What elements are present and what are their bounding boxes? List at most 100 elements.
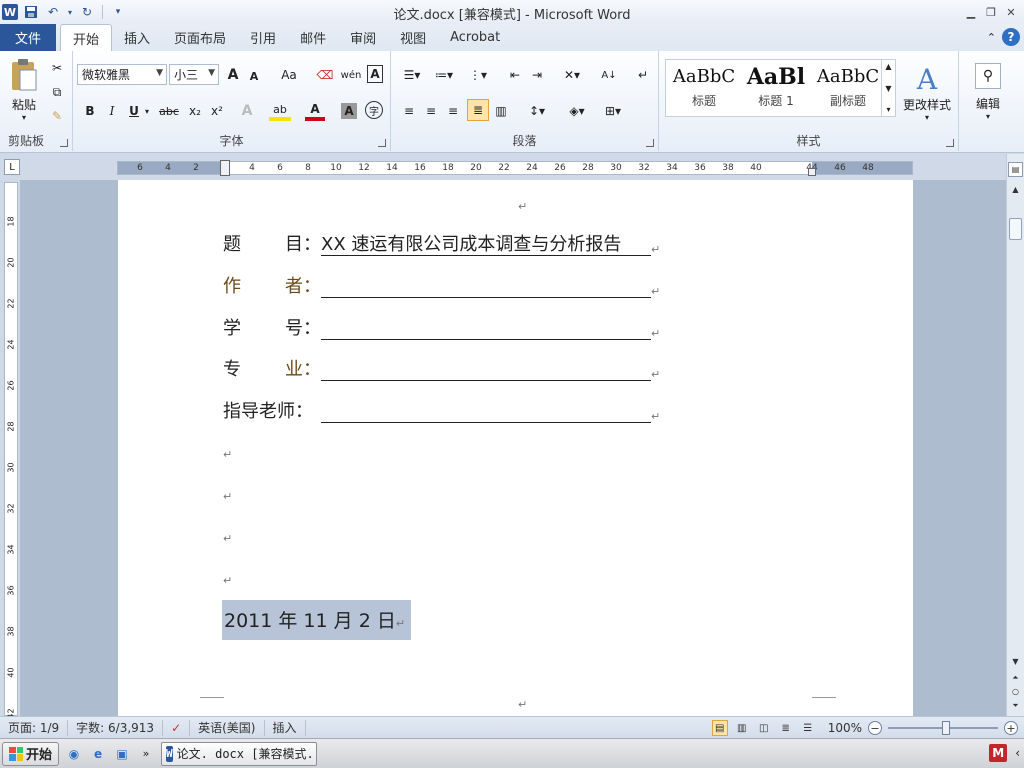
format-painter-icon[interactable]: ✎ bbox=[48, 107, 66, 125]
word-app-icon[interactable]: W bbox=[2, 4, 18, 20]
superscript-button[interactable]: x² bbox=[207, 101, 227, 121]
bullets-icon[interactable]: ☰▾ bbox=[399, 65, 425, 85]
tab-review[interactable]: 审阅 bbox=[338, 24, 388, 51]
word-count[interactable]: 字数: 6/3,913 bbox=[68, 719, 164, 736]
document-area[interactable]: ↵ 题 目： XX 速运有限公司成本调查与分析报告 ↵ 作 者： ↵ 学 号： … bbox=[20, 180, 1006, 716]
line-spacing-icon[interactable]: ↕▾ bbox=[523, 101, 551, 121]
field-student-id[interactable]: 学 号： ↵ bbox=[223, 316, 660, 340]
help-icon[interactable]: ? bbox=[1002, 28, 1020, 46]
font-name-combo[interactable]: 微软雅黑 ▼ bbox=[77, 64, 167, 85]
more-quicklaunch-icon[interactable]: » bbox=[137, 745, 155, 763]
chinese-layout-icon[interactable]: ✕▾ bbox=[559, 65, 585, 85]
increase-indent-icon[interactable]: ⇥ bbox=[527, 65, 547, 85]
mail-icon[interactable]: M bbox=[989, 744, 1008, 762]
undo-icon[interactable]: ↶ bbox=[44, 3, 62, 21]
right-indent-marker-icon[interactable] bbox=[808, 168, 816, 176]
align-right-icon[interactable]: ≡ bbox=[443, 101, 463, 121]
decrease-indent-icon[interactable]: ⇤ bbox=[505, 65, 525, 85]
internet-explorer-icon[interactable]: e bbox=[89, 745, 107, 763]
align-center-icon[interactable]: ≡ bbox=[421, 101, 441, 121]
horizontal-ruler[interactable]: 6422468101214161820222426283032343638404… bbox=[117, 160, 913, 176]
next-page-icon[interactable]: ⏷ bbox=[1008, 698, 1023, 713]
web-layout-icon[interactable]: ◫ bbox=[756, 720, 772, 736]
font-launcher-icon[interactable] bbox=[378, 139, 386, 147]
shading-icon[interactable]: ◈▾ bbox=[563, 101, 591, 121]
save-icon[interactable] bbox=[22, 3, 40, 21]
align-left-icon[interactable]: ≡ bbox=[399, 101, 419, 121]
tab-page-layout[interactable]: 页面布局 bbox=[162, 24, 238, 51]
highlight-icon[interactable]: ab bbox=[269, 101, 291, 121]
tab-file[interactable]: 文件 bbox=[0, 24, 56, 51]
view-ruler-icon[interactable]: ▤ bbox=[1008, 162, 1023, 177]
major-value[interactable] bbox=[321, 359, 651, 381]
show-marks-icon[interactable]: ↵ bbox=[633, 65, 653, 85]
field-advisor[interactable]: 指导老师： ↵ bbox=[223, 399, 660, 423]
tab-references[interactable]: 引用 bbox=[238, 24, 288, 51]
author-value[interactable] bbox=[321, 276, 651, 298]
clipboard-launcher-icon[interactable] bbox=[60, 139, 68, 147]
language-indicator[interactable]: 英语(美国) bbox=[190, 719, 265, 736]
minimize-icon[interactable]: ▁ bbox=[964, 5, 978, 19]
insert-mode[interactable]: 插入 bbox=[265, 719, 306, 736]
shrink-font-button[interactable]: A bbox=[245, 67, 263, 85]
styles-launcher-icon[interactable] bbox=[946, 139, 954, 147]
selected-date-text[interactable]: 2011 年 11 月 2 日↵ bbox=[222, 600, 412, 640]
zoom-slider-thumb[interactable] bbox=[942, 721, 950, 735]
undo-dropdown-icon[interactable]: ▾ bbox=[66, 3, 74, 21]
indent-marker-icon[interactable] bbox=[220, 160, 230, 176]
title-value[interactable]: XX 速运有限公司成本调查与分析报告 bbox=[321, 234, 651, 256]
distributed-icon[interactable]: ▥ bbox=[491, 101, 511, 121]
change-styles-button[interactable]: A 更改样式 ▾ bbox=[900, 57, 954, 127]
clear-formatting-icon[interactable]: ⌫ bbox=[315, 65, 335, 85]
customize-qat-icon[interactable]: ▾ bbox=[109, 3, 127, 21]
zoom-in-icon[interactable]: + bbox=[1004, 721, 1018, 735]
tab-view[interactable]: 视图 bbox=[388, 24, 438, 51]
style-title[interactable]: AaBbC 标题 bbox=[668, 62, 740, 114]
scroll-down-icon[interactable]: ▼ bbox=[1008, 654, 1023, 669]
zoom-level[interactable]: 100% bbox=[828, 721, 862, 735]
paragraph-launcher-icon[interactable] bbox=[646, 139, 654, 147]
quicklaunch-icon[interactable]: ▣ bbox=[113, 745, 131, 763]
tab-insert[interactable]: 插入 bbox=[112, 24, 162, 51]
field-major[interactable]: 专 业： ↵ bbox=[223, 357, 660, 381]
draft-icon[interactable]: ☰ bbox=[800, 720, 816, 736]
font-size-combo[interactable]: 小三 ▼ bbox=[169, 64, 219, 85]
document-page[interactable]: ↵ 题 目： XX 速运有限公司成本调查与分析报告 ↵ 作 者： ↵ 学 号： … bbox=[118, 180, 913, 716]
change-case-button[interactable]: Aa bbox=[277, 65, 301, 85]
student-id-value[interactable] bbox=[321, 318, 651, 340]
taskbar-word-item[interactable]: W 论文. docx [兼容模式... bbox=[161, 741, 318, 766]
copy-icon[interactable]: ⧉ bbox=[48, 83, 66, 101]
previous-page-icon[interactable]: ⏶ bbox=[1008, 670, 1023, 685]
paste-button[interactable]: 粘贴 ▾ bbox=[6, 55, 42, 125]
vertical-ruler[interactable]: 18 20 22 24 26 28 30 32 34 36 38 40 42 bbox=[4, 182, 18, 719]
print-layout-icon[interactable]: ▤ bbox=[711, 720, 728, 736]
start-button[interactable]: 开始 bbox=[2, 741, 60, 766]
styles-scroll[interactable]: ▲ ▼ ▾ bbox=[881, 60, 895, 116]
strikethrough-button[interactable]: abc bbox=[157, 101, 181, 121]
select-browse-object-icon[interactable]: ○ bbox=[1008, 684, 1023, 699]
outline-icon[interactable]: ≣ bbox=[778, 720, 794, 736]
bold-button[interactable]: B bbox=[81, 101, 99, 121]
proofing-icon[interactable]: ✓ bbox=[163, 719, 191, 736]
underline-button[interactable]: U bbox=[125, 101, 143, 121]
zoom-slider[interactable] bbox=[888, 721, 998, 735]
borders-icon[interactable]: ⊞▾ bbox=[599, 101, 627, 121]
scroll-thumb[interactable] bbox=[1009, 218, 1022, 240]
underline-dropdown-icon[interactable]: ▾ bbox=[143, 101, 151, 121]
paste-dropdown-icon[interactable]: ▾ bbox=[22, 113, 26, 122]
editing-button[interactable]: ⚲ 编辑 ▾ bbox=[965, 57, 1011, 127]
text-effects-icon[interactable]: A bbox=[237, 101, 257, 121]
redo-icon[interactable]: ↻ bbox=[78, 3, 96, 21]
advisor-value[interactable] bbox=[321, 401, 651, 423]
sort-icon[interactable]: A↓ bbox=[599, 65, 619, 85]
tab-selector-icon[interactable]: L bbox=[4, 159, 20, 175]
character-border-icon[interactable]: A bbox=[367, 65, 383, 83]
enclose-character-icon[interactable]: 字 bbox=[365, 101, 383, 119]
tray-expand-icon[interactable]: ‹ bbox=[1015, 746, 1020, 760]
field-author[interactable]: 作 者： ↵ bbox=[223, 274, 660, 298]
zoom-out-icon[interactable]: − bbox=[868, 721, 882, 735]
vertical-scrollbar[interactable]: ▤ ▲ ▼ ⏶ ○ ⏷ bbox=[1006, 154, 1024, 716]
restore-icon[interactable]: ❐ bbox=[984, 5, 998, 19]
character-shading-icon[interactable]: A bbox=[341, 103, 357, 119]
font-color-icon[interactable]: A bbox=[305, 101, 325, 121]
